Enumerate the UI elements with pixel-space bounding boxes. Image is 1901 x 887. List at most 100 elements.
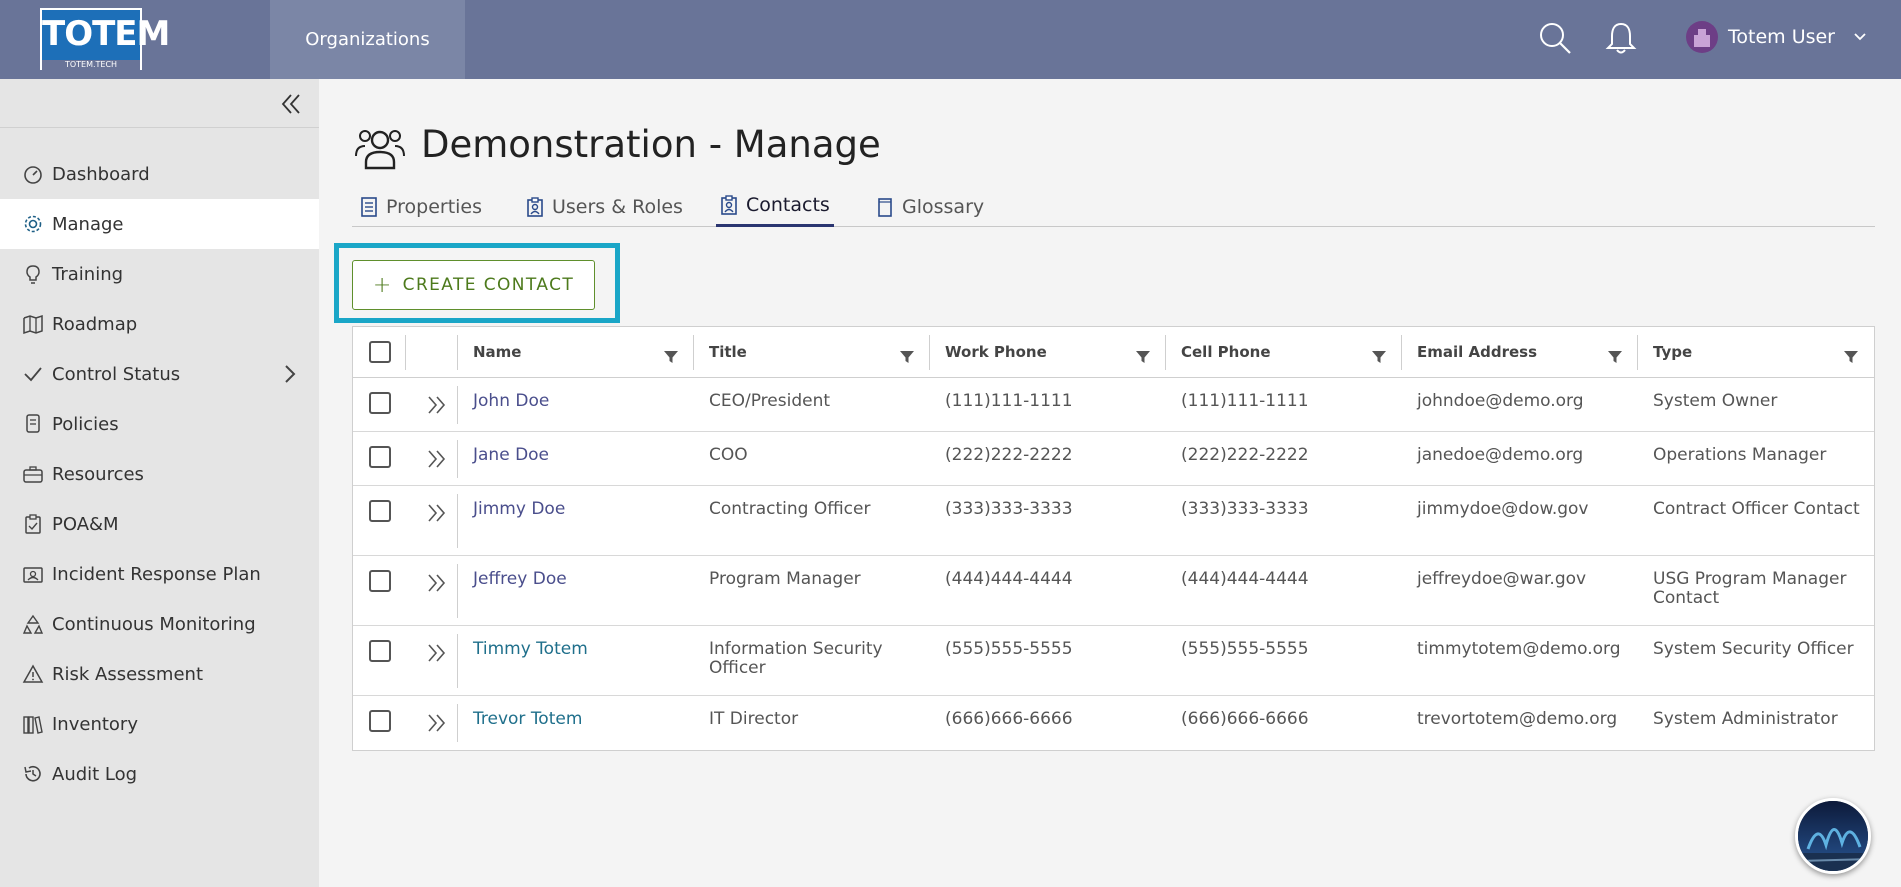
select-all-checkbox[interactable] bbox=[369, 341, 391, 363]
expand-row-icon[interactable] bbox=[425, 393, 449, 417]
filter-icon[interactable] bbox=[1607, 349, 1623, 365]
column-separator bbox=[1165, 335, 1166, 370]
contact-badge-icon bbox=[721, 195, 737, 215]
column-header-title[interactable]: Title bbox=[709, 327, 747, 378]
bell-icon[interactable] bbox=[1603, 20, 1639, 56]
history-icon bbox=[24, 765, 41, 782]
contact-title-cell: Program Manager bbox=[709, 569, 861, 589]
contact-email-cell: trevortotem@demo.org bbox=[1417, 709, 1618, 729]
sidebar-item-poa-m[interactable]: POA&M bbox=[0, 499, 319, 549]
contact-name-link[interactable]: John Doe bbox=[473, 378, 663, 411]
sidebar-item-resources[interactable]: Resources bbox=[0, 449, 319, 499]
row-separator bbox=[457, 704, 458, 742]
filter-icon[interactable] bbox=[1135, 349, 1151, 365]
table-row: Trevor Totem IT Director (666)666-6666 (666… bbox=[353, 696, 1874, 750]
map-icon bbox=[23, 314, 43, 335]
tab-glossary-label: Glossary bbox=[902, 195, 985, 218]
assistant-avatar-button[interactable] bbox=[1795, 798, 1871, 874]
tab-users-roles[interactable]: Users & Roles bbox=[526, 186, 683, 227]
sidebar-item-policies[interactable]: Policies bbox=[0, 399, 319, 449]
row-checkbox[interactable] bbox=[369, 392, 391, 414]
row-checkbox[interactable] bbox=[369, 640, 391, 662]
books-icon bbox=[23, 716, 43, 734]
sidebar-item-training[interactable]: Training bbox=[0, 249, 319, 299]
contact-work-cell: (333)333-3333 bbox=[945, 499, 1073, 519]
filter-icon[interactable] bbox=[1371, 349, 1387, 365]
tab-glossary[interactable]: Glossary bbox=[876, 186, 984, 227]
contacts-table: Name Title Work Phone Cell Phone Email Addre… bbox=[352, 326, 1875, 751]
contact-email-cell: johndoe@demo.org bbox=[1417, 391, 1584, 411]
sidebar-item-continuous-monitoring[interactable]: Continuous Monitoring bbox=[0, 599, 319, 649]
row-checkbox[interactable] bbox=[369, 710, 391, 732]
table-header: Name Title Work Phone Cell Phone Email Addre… bbox=[353, 327, 1874, 378]
contact-email-cell: janedoe@demo.org bbox=[1417, 445, 1584, 465]
organizations-tab[interactable]: Organizations bbox=[270, 0, 465, 79]
contact-work-cell: (222)222-2222 bbox=[945, 445, 1073, 465]
sidebar-item-control-status[interactable]: Control Status bbox=[0, 349, 319, 399]
table-row: Timmy Totem Information Security Officer (… bbox=[353, 626, 1874, 696]
double-chevron-left-icon[interactable] bbox=[278, 91, 304, 117]
expand-row-icon[interactable] bbox=[425, 571, 449, 595]
sidebar-item-label: Incident Response Plan bbox=[52, 563, 261, 585]
contact-name-link[interactable]: Trevor Totem bbox=[473, 696, 663, 729]
contact-work-cell: (666)666-6666 bbox=[945, 709, 1073, 729]
plus-icon: + bbox=[372, 272, 393, 298]
contact-type-cell: Contract Officer Contact bbox=[1653, 499, 1860, 519]
sidebar-item-roadmap[interactable]: Roadmap bbox=[0, 299, 319, 349]
tab-properties[interactable]: Properties bbox=[360, 186, 482, 227]
expand-row-icon[interactable] bbox=[425, 501, 449, 525]
sidebar-item-label: Roadmap bbox=[52, 313, 138, 335]
expand-row-icon[interactable] bbox=[425, 711, 449, 735]
contact-name-link[interactable]: Jeffrey Doe bbox=[473, 556, 663, 589]
contact-type-cell: System Owner bbox=[1653, 391, 1778, 411]
gauge-icon bbox=[24, 166, 42, 184]
sidebar-item-incident-response-plan[interactable]: Incident Response Plan bbox=[0, 549, 319, 599]
row-checkbox[interactable] bbox=[369, 446, 391, 468]
sidebar-item-label: Dashboard bbox=[52, 163, 150, 185]
tab-properties-label: Properties bbox=[386, 195, 483, 218]
sidebar-collapse-row bbox=[0, 79, 319, 128]
column-header-name[interactable]: Name bbox=[473, 327, 521, 378]
table-row: Jimmy Doe Contracting Officer (333)333-333… bbox=[353, 486, 1874, 556]
sidebar-item-inventory[interactable]: Inventory bbox=[0, 699, 319, 749]
sidebar-item-dashboard[interactable]: Dashboard bbox=[0, 149, 319, 199]
column-header-cell-phone[interactable]: Cell Phone bbox=[1181, 327, 1271, 378]
filter-icon[interactable] bbox=[663, 349, 679, 365]
sidebar-item-risk-assessment[interactable]: Risk Assessment bbox=[0, 649, 319, 699]
column-header-work-phone[interactable]: Work Phone bbox=[945, 327, 1047, 378]
search-icon[interactable] bbox=[1537, 20, 1573, 56]
contact-name-link[interactable]: Timmy Totem bbox=[473, 626, 663, 659]
tab-contacts[interactable]: Contacts bbox=[716, 186, 834, 227]
row-separator bbox=[457, 494, 458, 548]
user-menu[interactable]: Totem User bbox=[1686, 19, 1867, 55]
row-separator bbox=[457, 386, 458, 424]
totem-logo[interactable]: TOTEM TOTEM.TECH bbox=[40, 8, 170, 70]
chevron-right-icon[interactable] bbox=[280, 364, 300, 384]
contact-cell-cell: (222)222-2222 bbox=[1181, 445, 1309, 465]
warning-icon bbox=[22, 664, 44, 683]
column-header-email-address[interactable]: Email Address bbox=[1417, 327, 1537, 378]
document-icon bbox=[361, 196, 377, 217]
filter-icon[interactable] bbox=[1843, 349, 1859, 365]
expand-row-icon[interactable] bbox=[425, 447, 449, 471]
contact-name-link[interactable]: Jimmy Doe bbox=[473, 486, 663, 519]
row-checkbox[interactable] bbox=[369, 500, 391, 522]
row-checkbox[interactable] bbox=[369, 570, 391, 592]
contact-name-link[interactable]: Jane Doe bbox=[473, 432, 663, 465]
table-row: Jeffrey Doe Program Manager (444)444-4444 (… bbox=[353, 556, 1874, 626]
aurora-icon bbox=[1798, 801, 1868, 871]
chevron-down-icon bbox=[1854, 33, 1866, 41]
contact-cell-cell: (444)444-4444 bbox=[1181, 569, 1309, 589]
sidebar-item-manage[interactable]: Manage bbox=[0, 199, 319, 249]
users-group-icon bbox=[355, 130, 405, 170]
avatar-castle-icon bbox=[1694, 29, 1710, 47]
filter-icon[interactable] bbox=[899, 349, 915, 365]
user-name: Totem User bbox=[1728, 26, 1835, 48]
sidebar-item-label: Audit Log bbox=[52, 763, 138, 785]
expand-row-icon[interactable] bbox=[425, 641, 449, 665]
column-separator bbox=[1401, 335, 1402, 370]
sidebar-item-audit-log[interactable]: Audit Log bbox=[0, 749, 319, 799]
toolbox-icon bbox=[23, 466, 43, 483]
column-header-type[interactable]: Type bbox=[1653, 327, 1692, 378]
create-contact-button[interactable]: + CREATE CONTACT bbox=[352, 260, 595, 310]
